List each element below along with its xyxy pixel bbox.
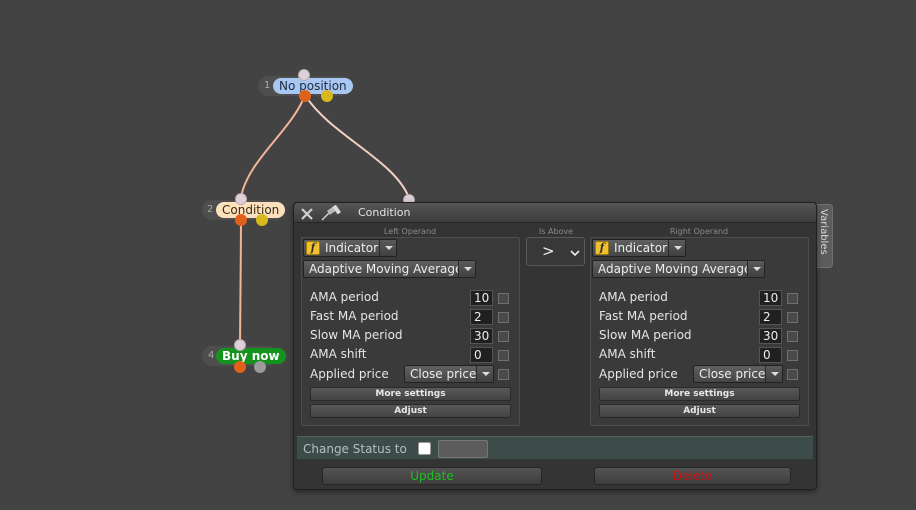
node-number: 1 bbox=[264, 80, 271, 91]
param-label: AMA shift bbox=[599, 347, 656, 361]
condition-dialog: Condition Left Operand Is Above Right Op… bbox=[293, 202, 817, 490]
param-value-input[interactable]: 0 bbox=[759, 347, 782, 363]
right-more-settings-button[interactable]: More settings bbox=[599, 387, 800, 401]
param-checkbox[interactable] bbox=[787, 293, 798, 304]
left-indicator-dropdown[interactable]: Adaptive Moving Average bbox=[303, 260, 476, 278]
param-label: Fast MA period bbox=[599, 309, 688, 323]
param-label: Fast MA period bbox=[310, 309, 399, 323]
right-indicator-dropdown[interactable]: Adaptive Moving Average bbox=[592, 260, 765, 278]
input-port[interactable] bbox=[234, 339, 246, 351]
node-label: No position bbox=[273, 78, 353, 94]
param-label: AMA period bbox=[599, 290, 668, 304]
update-button[interactable]: Update bbox=[322, 467, 542, 485]
right-applied-price-dropdown[interactable]: Close price bbox=[693, 365, 783, 383]
param-checkbox[interactable] bbox=[498, 369, 509, 380]
param-label: AMA period bbox=[310, 290, 379, 304]
param-checkbox[interactable] bbox=[498, 331, 509, 342]
right-adjust-button[interactable]: Adjust bbox=[599, 404, 800, 418]
left-operand-panel: f Indicator Adaptive Moving Average AMA … bbox=[301, 237, 520, 426]
output-port[interactable] bbox=[299, 90, 311, 102]
connector-1-3 bbox=[304, 94, 410, 199]
right-source-type: Indicator bbox=[614, 241, 668, 255]
node-buy-now[interactable]: 4 Buy now bbox=[202, 339, 286, 373]
pin-icon[interactable] bbox=[320, 205, 342, 221]
right-operand-panel: f Indicator Adaptive Moving Average AMA … bbox=[590, 237, 809, 426]
output-port[interactable] bbox=[234, 361, 246, 373]
variables-tab-label: Variables bbox=[818, 209, 829, 255]
variables-tab[interactable]: Variables bbox=[816, 204, 833, 268]
delete-button[interactable]: Delete bbox=[594, 467, 791, 485]
right-applied-price: Close price bbox=[699, 367, 766, 381]
input-port[interactable] bbox=[298, 69, 310, 81]
operator-symbol: > bbox=[542, 242, 555, 260]
chevron-down-icon bbox=[379, 240, 396, 256]
param-label: Slow MA period bbox=[310, 328, 403, 342]
param-value-input[interactable]: 30 bbox=[470, 328, 493, 344]
param-label: AMA shift bbox=[310, 347, 367, 361]
function-icon: f bbox=[595, 241, 609, 255]
right-operand-heading: Right Operand bbox=[669, 227, 729, 236]
chevron-down-icon bbox=[668, 240, 685, 256]
param-checkbox[interactable] bbox=[498, 293, 509, 304]
param-value-input[interactable]: 2 bbox=[759, 309, 782, 325]
applied-price-label: Applied price bbox=[310, 367, 389, 381]
right-indicator: Adaptive Moving Average bbox=[598, 262, 752, 276]
param-value-input[interactable]: 30 bbox=[759, 328, 782, 344]
close-icon[interactable] bbox=[300, 207, 314, 221]
dialog-titlebar[interactable]: Condition bbox=[294, 203, 816, 223]
chevron-down-icon bbox=[747, 261, 764, 277]
change-status-select[interactable] bbox=[438, 440, 488, 458]
connector-2-4 bbox=[239, 217, 242, 346]
node-label: Condition bbox=[216, 202, 286, 218]
node-label: Buy now bbox=[216, 348, 286, 364]
output-port-yellow[interactable] bbox=[256, 214, 268, 226]
left-more-settings-button[interactable]: More settings bbox=[310, 387, 511, 401]
chevron-down-icon bbox=[570, 250, 580, 257]
chevron-down-icon bbox=[476, 366, 493, 382]
connector-1-2 bbox=[240, 94, 306, 198]
param-value-input[interactable]: 10 bbox=[470, 290, 493, 306]
param-value-input[interactable]: 0 bbox=[470, 347, 493, 363]
param-checkbox[interactable] bbox=[787, 331, 798, 342]
function-icon: f bbox=[306, 241, 320, 255]
param-checkbox[interactable] bbox=[787, 312, 798, 323]
applied-price-label: Applied price bbox=[599, 367, 678, 381]
change-status-bar: Change Status to bbox=[297, 436, 813, 460]
node-condition[interactable]: 2 Condition bbox=[202, 193, 286, 226]
change-status-checkbox[interactable] bbox=[418, 442, 431, 455]
operator-dropdown[interactable]: > bbox=[526, 237, 585, 266]
left-applied-price-dropdown[interactable]: Close price bbox=[404, 365, 494, 383]
output-port[interactable] bbox=[235, 214, 247, 226]
left-source-type-dropdown[interactable]: f Indicator bbox=[303, 239, 397, 257]
node-number: 2 bbox=[207, 204, 214, 215]
node-number: 4 bbox=[208, 350, 215, 361]
left-applied-price: Close price bbox=[410, 367, 477, 381]
left-operand-heading: Left Operand bbox=[383, 227, 437, 236]
param-value-input[interactable]: 10 bbox=[759, 290, 782, 306]
operator-heading: Is Above bbox=[538, 227, 574, 236]
param-label: Slow MA period bbox=[599, 328, 692, 342]
param-checkbox[interactable] bbox=[787, 350, 798, 361]
param-value-input[interactable]: 2 bbox=[470, 309, 493, 325]
left-source-type: Indicator bbox=[325, 241, 379, 255]
left-indicator: Adaptive Moving Average bbox=[309, 262, 463, 276]
param-checkbox[interactable] bbox=[498, 350, 509, 361]
input-port[interactable] bbox=[235, 193, 247, 205]
left-adjust-button[interactable]: Adjust bbox=[310, 404, 511, 418]
output-port-grey[interactable] bbox=[254, 361, 266, 373]
output-port-yellow[interactable] bbox=[321, 90, 333, 102]
param-checkbox[interactable] bbox=[787, 369, 798, 380]
dialog-title: Condition bbox=[358, 206, 411, 219]
node-no-position[interactable]: 1 No position bbox=[258, 69, 353, 102]
right-source-type-dropdown[interactable]: f Indicator bbox=[592, 239, 686, 257]
chevron-down-icon bbox=[765, 366, 782, 382]
change-status-label: Change Status to bbox=[303, 442, 407, 456]
param-checkbox[interactable] bbox=[498, 312, 509, 323]
chevron-down-icon bbox=[458, 261, 475, 277]
